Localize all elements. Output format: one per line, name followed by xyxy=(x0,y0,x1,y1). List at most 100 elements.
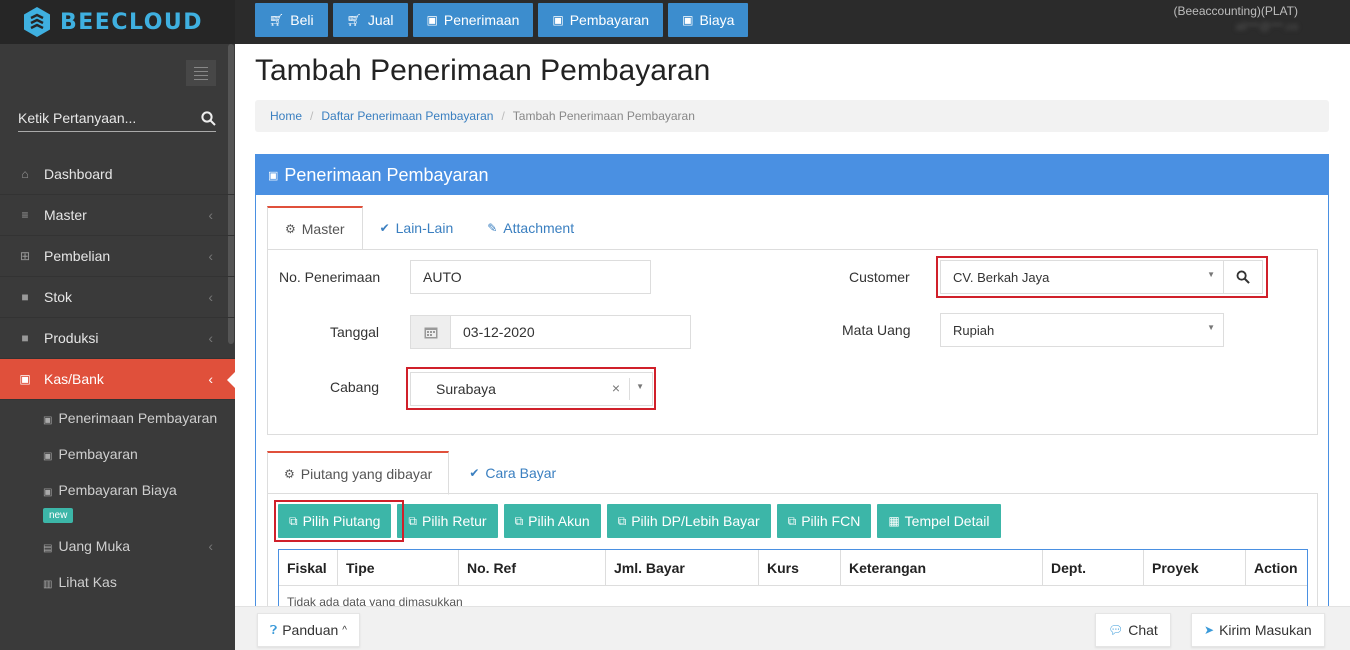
mata-uang-label: Mata Uang xyxy=(842,322,911,338)
cabang-highlight xyxy=(406,367,656,410)
column-header[interactable]: Tipe xyxy=(338,550,459,585)
chevron-up-icon: ^ xyxy=(342,624,347,636)
sidebar-item-dashboard[interactable]: ⌂ Dashboard xyxy=(0,154,235,195)
money-icon: ▣ xyxy=(426,13,438,27)
box-icon: ■ xyxy=(21,331,29,345)
tempel-detail-button[interactable]: ▦ Tempel Detail xyxy=(877,504,1001,538)
cart-icon: ⊞ xyxy=(19,249,31,263)
gears-icon: ⚙ xyxy=(284,466,295,481)
beecloud-logo-icon xyxy=(24,7,50,37)
money-icon: ▣ xyxy=(552,13,564,27)
breadcrumb-current: Tambah Penerimaan Pembayaran xyxy=(512,109,695,123)
chevron-left-icon: ‹ xyxy=(208,538,213,554)
money-icon: ▣ xyxy=(19,372,31,386)
submenu-item-pembayaran-biaya[interactable]: ▣ Pembayaran Biaya new xyxy=(0,480,235,523)
box-icon: ■ xyxy=(21,290,29,304)
pilih-akun-button[interactable]: ⧉ Pilih Akun xyxy=(503,504,601,538)
tanggal-field[interactable]: 03-12-2020 xyxy=(410,315,691,349)
user-menu[interactable]: (Beeaccounting)(PLAT) ali***@***.co xyxy=(1174,3,1299,35)
top-bar: BEECLOUD 🛒︎ Beli 🛒︎ Jual ▣ Penerimaan ▣ Pemb… xyxy=(0,0,1350,44)
submenu-item-uang-muka[interactable]: ▤ Uang Muka ‹ xyxy=(0,536,235,559)
sidebar-item-master[interactable]: ≡ Master ‹ xyxy=(0,195,235,236)
tab-piutang-yang-dibayar[interactable]: ⚙ Piutang yang dibayar xyxy=(267,451,450,495)
tanggal-label: Tanggal xyxy=(330,324,380,340)
money-icon: ▣ xyxy=(43,487,53,498)
chevron-left-icon: ‹ xyxy=(208,207,213,223)
search-input[interactable]: Ketik Pertanyaan... xyxy=(18,110,136,126)
breadcrumb-daftar-link[interactable]: Daftar Penerimaan Pembayaran xyxy=(321,109,493,123)
submenu-item-pembayaran[interactable]: ▣ Pembayaran xyxy=(0,444,235,467)
tanggal-value: 03-12-2020 xyxy=(463,324,535,340)
pilih-retur-button[interactable]: ⧉ Pilih Retur xyxy=(397,504,498,538)
chevron-left-icon: ‹ xyxy=(208,289,213,305)
copy-icon: ⧉ xyxy=(617,513,627,528)
calendar-icon[interactable] xyxy=(411,316,451,348)
cabang-label: Cabang xyxy=(330,379,380,395)
sidebar-item-stok[interactable]: ■ Stok ‹ xyxy=(0,277,235,318)
sidebar-toggle-button[interactable] xyxy=(186,60,216,86)
chat-icon: 💬︎ xyxy=(1108,623,1124,637)
nav-pembayaran-button[interactable]: ▣ Pembayaran xyxy=(538,3,664,37)
panduan-button[interactable]: ❓︎ Panduan ^ xyxy=(257,613,360,647)
column-header[interactable]: Jml. Bayar xyxy=(606,550,759,585)
panel-header: ▣ Penerimaan Pembayaran xyxy=(256,155,1328,195)
no-penerimaan-label: No. Penerimaan xyxy=(279,269,381,285)
chevron-left-icon: ‹ xyxy=(208,248,213,264)
gears-icon: ⚙ xyxy=(285,221,296,236)
logo[interactable]: BEECLOUD xyxy=(0,0,235,44)
copy-icon: ⧉ xyxy=(408,513,417,528)
sidebar-item-kas-bank[interactable]: ▣ Kas/Bank ‹ xyxy=(0,359,236,400)
kirim-masukan-button[interactable]: ➤ Kirim Masukan xyxy=(1191,613,1325,647)
mata-uang-select[interactable]: Rupiah ▼ xyxy=(940,313,1224,347)
nav-penerimaan-button[interactable]: ▣ Penerimaan xyxy=(412,3,534,37)
chat-button[interactable]: 💬︎ Chat xyxy=(1095,613,1171,647)
new-badge: new xyxy=(43,508,74,523)
copy-icon: ⧉ xyxy=(787,513,797,528)
pilih-dp-lebih-bayar-button[interactable]: ⧉ Pilih DP/Lebih Bayar xyxy=(606,504,771,538)
panel-title: Penerimaan Pembayaran xyxy=(284,164,489,185)
master-tab-body: No. Penerimaan AUTO Tanggal 03-12-2020 C… xyxy=(267,249,1318,435)
nav-jual-button[interactable]: 🛒︎ Jual xyxy=(332,3,408,37)
nav-beli-button[interactable]: 🛒︎ Beli xyxy=(255,3,328,37)
breadcrumb: Home / Daftar Penerimaan Pembayaran / Ta… xyxy=(255,100,1329,132)
mata-uang-value: Rupiah xyxy=(953,322,995,338)
logo-text: BEECLOUD xyxy=(60,9,204,35)
bank-icon: ▥ xyxy=(43,579,53,590)
column-header[interactable]: Proyek xyxy=(1144,550,1246,585)
money-icon: ▣ xyxy=(43,451,53,462)
penerimaan-panel: ▣ Penerimaan Pembayaran ⚙ Master ✔ Lain-La… xyxy=(255,154,1329,650)
column-header[interactable]: Keterangan xyxy=(841,550,1043,585)
main-content: Tambah Penerimaan Pembayaran Home / Daft… xyxy=(235,44,1350,650)
column-header[interactable]: No. Ref xyxy=(459,550,606,585)
tab-lain-lain[interactable]: ✔ Lain-Lain xyxy=(363,206,471,250)
money-icon: ▣ xyxy=(268,169,279,182)
chevron-left-icon: ‹ xyxy=(208,371,213,387)
search-icon[interactable] xyxy=(201,111,216,126)
sidebar-item-pembelian[interactable]: ⊞ Pembelian ‹ xyxy=(0,236,235,277)
column-header[interactable]: Dept. xyxy=(1043,550,1144,585)
sidebar-item-produksi[interactable]: ■ Produksi ‹ xyxy=(0,318,235,359)
customer-label: Customer xyxy=(849,269,910,285)
dashboard-icon: ⌂ xyxy=(21,167,29,181)
check-circle-icon: ✔ xyxy=(379,221,390,235)
copy-icon: ⧉ xyxy=(514,513,524,528)
column-header[interactable]: Fiskal xyxy=(279,550,338,585)
pilih-piutang-highlight xyxy=(274,500,404,542)
tab-cara-bayar[interactable]: ✔ Cara Bayar xyxy=(449,451,576,495)
submenu-item-penerimaan-pembayaran[interactable]: ▣ Penerimaan Pembayaran xyxy=(0,408,235,431)
tab-master[interactable]: ⚙ Master xyxy=(267,206,363,250)
page-title: Tambah Penerimaan Pembayaran xyxy=(255,54,711,87)
column-header[interactable]: Kurs xyxy=(759,550,841,585)
dropdown-caret-icon[interactable]: ▼ xyxy=(1207,323,1215,332)
breadcrumb-home-link[interactable]: Home xyxy=(270,109,302,123)
question-circle-icon: ❓︎ xyxy=(270,622,278,637)
top-nav: 🛒︎ Beli 🛒︎ Jual ▣ Penerimaan ▣ Pembayaran ▣ B… xyxy=(255,3,749,37)
sidebar-search[interactable]: Ketik Pertanyaan... xyxy=(18,108,216,132)
pilih-fcn-button[interactable]: ⧉ Pilih FCN xyxy=(776,504,872,538)
nav-biaya-button[interactable]: ▣ Biaya xyxy=(668,3,749,37)
send-icon: ➤ xyxy=(1204,623,1215,637)
tab-attachment[interactable]: ✎ Attachment xyxy=(470,206,591,250)
column-header[interactable]: Action xyxy=(1246,550,1307,585)
submenu-item-lihat-kas[interactable]: ▥ Lihat Kas xyxy=(0,572,235,595)
no-penerimaan-field[interactable]: AUTO xyxy=(410,260,651,294)
